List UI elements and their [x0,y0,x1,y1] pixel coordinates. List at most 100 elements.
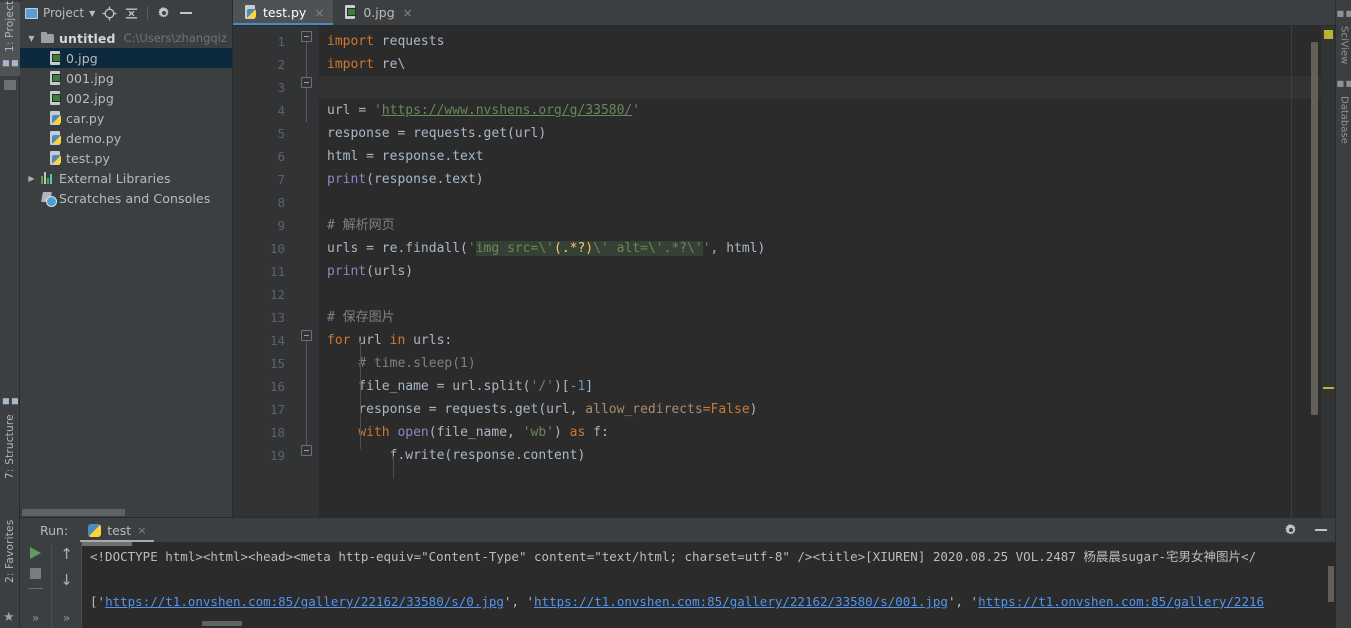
image-file-icon [48,90,62,106]
run-icon[interactable] [30,547,41,559]
code-line-3 [319,76,1335,99]
run-header-actions [1283,518,1329,542]
indent-guide [393,456,394,479]
code-line-5: response = requests.get(url) [327,126,547,141]
code-line-15: # time.sleep(1) [358,356,476,371]
sidebar-tab-structure-label: 7: Structure [4,414,16,479]
close-icon[interactable]: × [314,6,324,20]
tree-item-label: 001.jpg [66,70,114,86]
chevron-right-icon[interactable]: ▶ [26,174,37,183]
console-line-1: <!DOCTYPE html><html><head><meta http-eq… [90,549,1257,564]
line-number: 6 [277,149,285,164]
line-number: 9 [277,218,285,233]
tree-item-untitled[interactable]: ▼ untitled C:\Users\zhangqiz [20,28,232,48]
console-separator: ', ' [947,594,979,609]
code-editor[interactable]: 1 2 3 4 5 6 7 8 9 10 11 12 13 14 15 16 1… [233,26,1335,517]
close-icon[interactable]: × [137,524,146,537]
sidebar-tab-database[interactable]: ■■ Database [1335,72,1351,144]
scratches-icon [41,191,57,207]
scroll-up-icon[interactable]: ↑ [60,547,73,562]
console-scroll-indicator[interactable] [82,542,132,546]
python-file-icon [48,150,62,166]
console-vertical-scrollbar[interactable] [1328,566,1334,602]
project-dropdown-label: Project [43,6,85,20]
tree-item-testpy[interactable]: test.py [20,148,232,168]
run-panel-body: » ↑ ↓ » <!DOCTYPE html><html><head><meta… [20,542,1335,628]
python-file-icon [48,110,62,126]
main-content: Project ▼ ▼ untitled C:\Users\zhangqiz 0… [20,0,1335,628]
tab-label: test.py [263,5,307,20]
project-toolbar: Project ▼ [20,0,232,26]
chevron-down-icon[interactable]: ▼ [26,34,37,43]
editor-marker-bar[interactable] [1321,26,1335,517]
tree-item-002jpg[interactable]: 002.jpg [20,88,232,108]
run-console-output[interactable]: <!DOCTYPE html><html><head><meta http-eq… [82,542,1335,628]
right-margin-line [1291,26,1292,517]
sidebar-tab-structure[interactable]: 7: Structure ■■ [0,396,20,482]
expand-more-icon[interactable]: » [63,611,70,625]
warning-marker-icon[interactable] [1324,30,1333,39]
tab-test-py[interactable]: test.py × [233,0,334,25]
fold-toggle-icon[interactable] [301,445,312,456]
code-line-9: # 解析网页 [327,218,395,233]
hide-panel-icon[interactable] [1313,522,1329,538]
tree-item-001jpg[interactable]: 001.jpg [20,68,232,88]
tab-0-jpg[interactable]: 0.jpg × [333,0,421,25]
stop-icon[interactable] [30,568,41,579]
tree-item-carpy[interactable]: car.py [20,108,232,128]
console-link[interactable]: https://t1.onvshen.com:85/gallery/22162/… [534,594,948,609]
tree-item-label: test.py [66,150,111,166]
line-number: 7 [277,172,285,187]
tree-item-0jpg[interactable]: 0.jpg [20,48,232,68]
close-icon[interactable]: × [403,6,413,20]
console-horizontal-scrollbar[interactable] [202,621,242,626]
chevron-down-icon: ▼ [89,8,96,18]
run-tool-window: Run: test × » ↑ ↓ » <!DOCTYPE html><html… [20,517,1335,628]
code-line-17: response = requests.get(url, allow_redir… [327,402,758,417]
sidebar-tab-favorites[interactable]: 2: Favorites [0,498,20,586]
sidebar-tab-sciview-label: SciView [1338,26,1350,65]
project-window-icon [25,7,38,19]
console-link[interactable]: https://t1.onvshen.com:85/gallery/2216 [978,594,1264,609]
fold-toggle-icon[interactable] [301,31,312,42]
locate-target-icon[interactable] [101,5,117,21]
code-line-14: for url in urls: [327,333,453,348]
sidebar-tab-project[interactable]: ■■ 1: Project [0,0,20,76]
python-file-icon [243,5,257,20]
error-stripe-marker[interactable] [1323,387,1334,389]
sidebar-tab-sciview[interactable]: ■■ SciView [1335,2,1351,65]
code-text[interactable]: import requests import re\ url = 'https:… [319,26,1335,517]
tree-item-external-libraries[interactable]: ▶ External Libraries [20,168,232,188]
library-icon [41,171,55,185]
fold-toggle-icon[interactable] [301,330,312,341]
settings-gear-icon[interactable] [1283,522,1299,538]
code-fold-gutter[interactable] [297,26,319,517]
scroll-down-icon[interactable]: ↓ [60,573,73,588]
collapse-all-icon[interactable] [123,5,139,21]
tree-item-demopy[interactable]: demo.py [20,128,232,148]
code-line-4: url = 'https://www.nvshens.org/g/33580/' [327,103,641,118]
line-number-gutter: 1 2 3 4 5 6 7 8 9 10 11 12 13 14 15 16 1… [233,26,297,517]
expand-more-icon[interactable]: » [32,611,39,625]
line-number: 19 [269,448,285,463]
project-dropdown[interactable]: Project ▼ [25,6,95,20]
console-link[interactable]: https://t1.onvshen.com:85/gallery/22162/… [105,594,504,609]
soft-wrap-icon[interactable] [28,588,43,589]
code-line-6: html = response.text [327,149,484,164]
project-horizontal-scrollbar[interactable] [20,507,232,517]
code-line-19: f.write(response.content) [327,448,586,463]
sidebar-tab-favorites-label: 2: Favorites [4,519,16,583]
console-list-open: [' [90,594,106,609]
settings-gear-icon[interactable] [156,5,172,21]
fold-toggle-icon[interactable] [301,77,312,88]
run-tab-test[interactable]: test × [80,518,155,542]
hide-panel-icon[interactable] [178,5,194,21]
tree-item-scratches-and-consoles[interactable]: Scratches and Consoles [20,188,232,208]
code-line-2: import re\ [327,57,406,72]
tree-item-label: demo.py [66,130,122,146]
editor-vertical-scrollbar[interactable] [1309,26,1319,517]
structure-icon: ■■ [0,396,20,406]
code-line-1: import requests [327,34,445,49]
fold-region-line [306,336,307,448]
